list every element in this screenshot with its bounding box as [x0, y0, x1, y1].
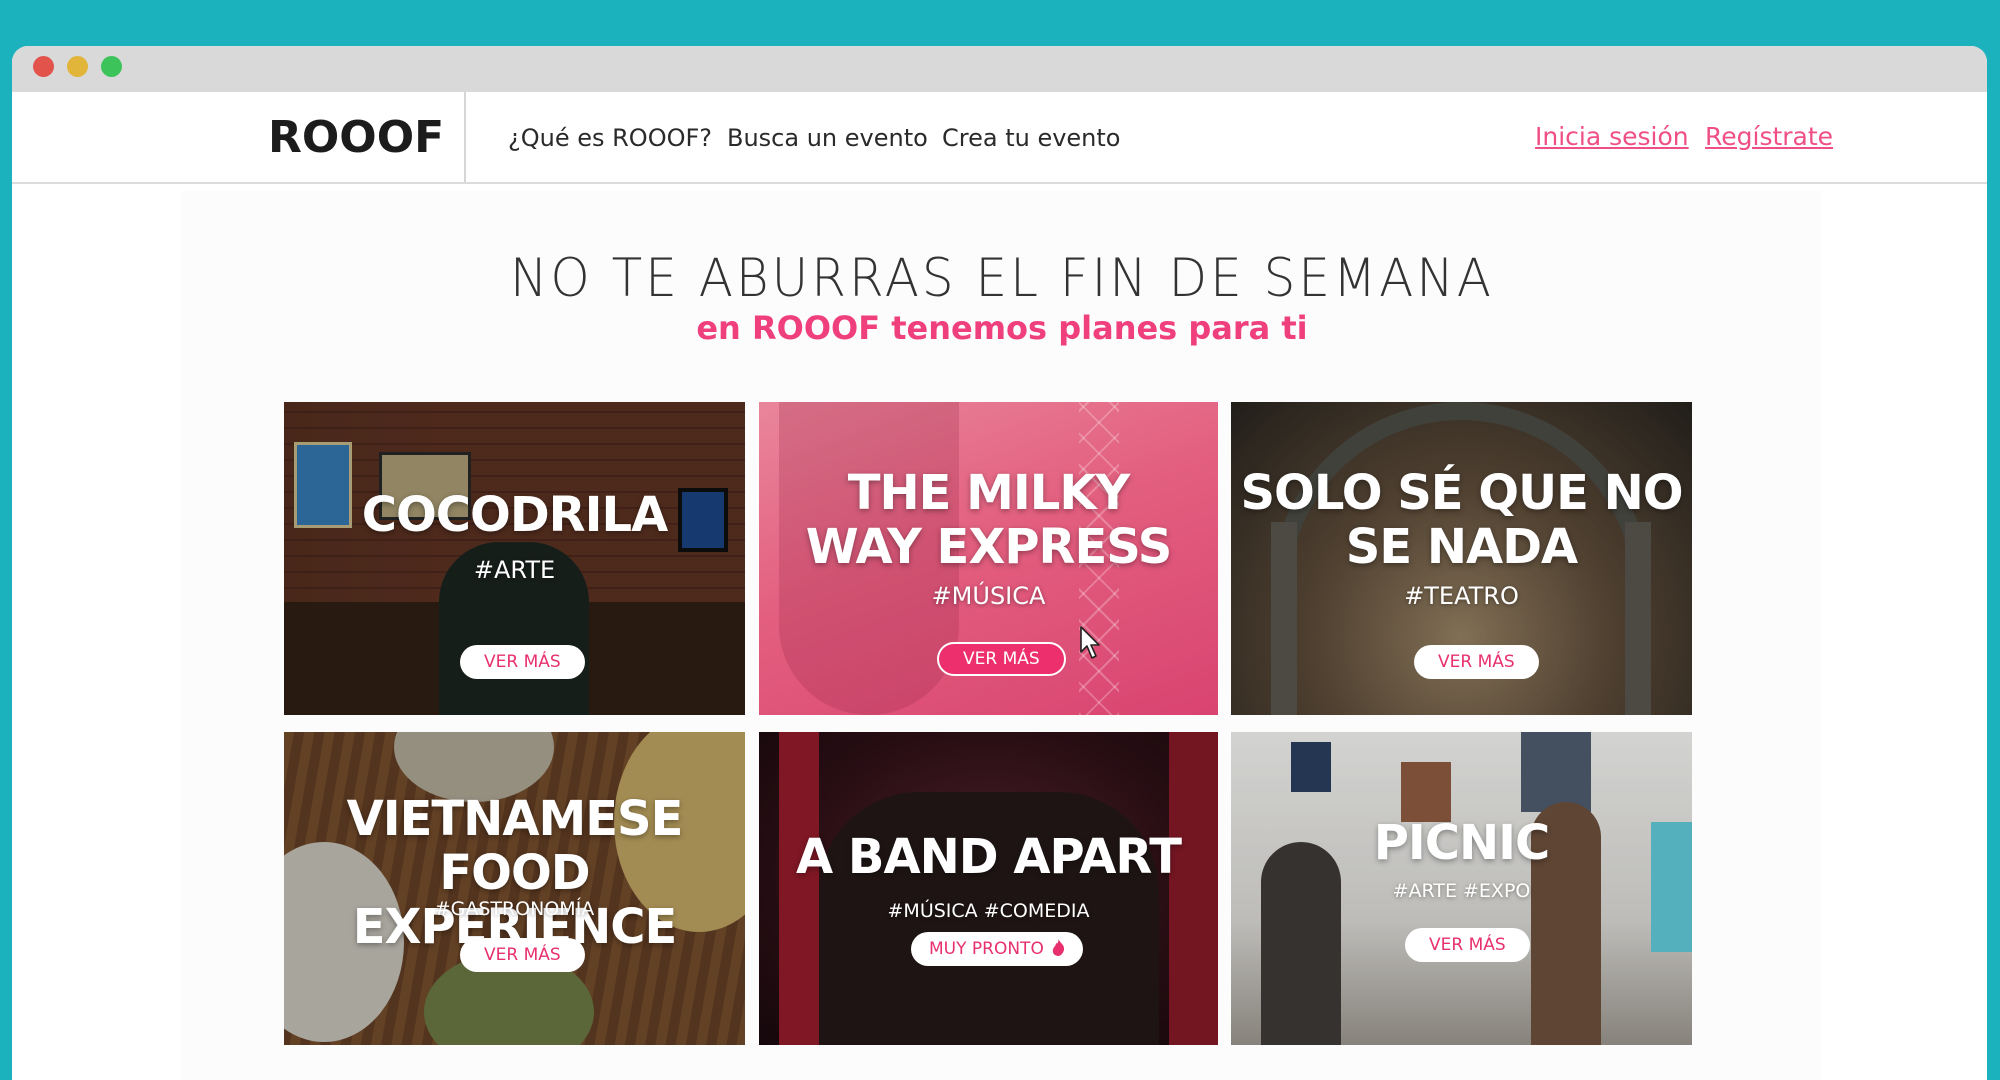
minimize-window-button[interactable] [67, 56, 88, 77]
nav-link-busca-evento[interactable]: Busca un evento [727, 124, 928, 152]
event-card-solo-se[interactable]: SOLO SÉ QUE NO SE NADA #TEATRO VER MÁS [1231, 402, 1692, 715]
card-tag: #ARTE [473, 556, 556, 584]
card-title: THE MILKY WAY EXPRESS [805, 465, 1173, 575]
event-card-vietnamese-food[interactable]: VIETNAMESE FOOD EXPERIENCE #GASTRONOMÍA … [284, 732, 745, 1045]
ver-mas-button[interactable]: VER MÁS [460, 645, 585, 679]
card-title: A BAND APART [796, 829, 1182, 885]
event-card-milky-way[interactable]: THE MILKY WAY EXPRESS #MÚSICA VER MÁS [759, 402, 1218, 715]
ver-mas-button[interactable]: VER MÁS [1414, 645, 1539, 679]
register-link[interactable]: Regístrate [1705, 122, 1833, 151]
hero-headline: NO TE ABURRAS EL FIN DE SEMANA [510, 247, 1494, 309]
card-title: PICNIC [1373, 815, 1551, 871]
card-title: SOLO SÉ QUE NO SE NADA [1240, 465, 1683, 575]
hero-subhead: en ROOOF tenemos planes para ti [696, 309, 1308, 347]
ver-mas-button[interactable]: VER MÁS [460, 938, 585, 972]
event-card-picnic[interactable]: PICNIC #ARTE #EXPO VER MÁS [1231, 732, 1692, 1045]
card-tag: #TEATRO [1404, 582, 1519, 610]
site-logo[interactable]: ROOOF [268, 112, 444, 163]
mouse-cursor-icon [1080, 626, 1100, 659]
ver-mas-button[interactable]: VER MÁS [937, 642, 1066, 676]
maximize-window-button[interactable] [101, 56, 122, 77]
card-title: COCODRILA [361, 487, 668, 543]
browser-window: ROOOF ¿Qué es ROOOF? Busca un evento Cre… [12, 46, 1987, 1080]
card-tag: #GASTRONOMÍA [434, 898, 595, 920]
close-window-button[interactable] [33, 56, 54, 77]
nav-link-que-es[interactable]: ¿Qué es ROOOF? [508, 124, 712, 152]
card-tag: #MÚSICA #COMEDIA [887, 900, 1090, 922]
nav-link-crea-evento[interactable]: Crea tu evento [942, 124, 1121, 152]
card-tag: #ARTE #EXPO [1392, 880, 1531, 902]
muy-pronto-button[interactable]: MUY PRONTO [911, 932, 1083, 966]
button-label: MUY PRONTO [929, 939, 1044, 959]
ver-mas-button[interactable]: VER MÁS [1405, 928, 1530, 962]
flame-icon [1052, 939, 1064, 956]
login-link[interactable]: Inicia sesión [1535, 122, 1689, 151]
card-title: VIETNAMESE FOOD EXPERIENCE [346, 791, 684, 955]
nav-divider [464, 92, 466, 182]
event-card-band-apart[interactable]: A BAND APART #MÚSICA #COMEDIA MUY PRONTO [759, 732, 1218, 1045]
window-titlebar [12, 46, 1987, 92]
event-card-cocodrila[interactable]: COCODRILA #ARTE VER MÁS [284, 402, 745, 715]
card-tag: #MÚSICA [931, 582, 1046, 610]
top-navbar: ROOOF ¿Qué es ROOOF? Busca un evento Cre… [12, 92, 1987, 184]
